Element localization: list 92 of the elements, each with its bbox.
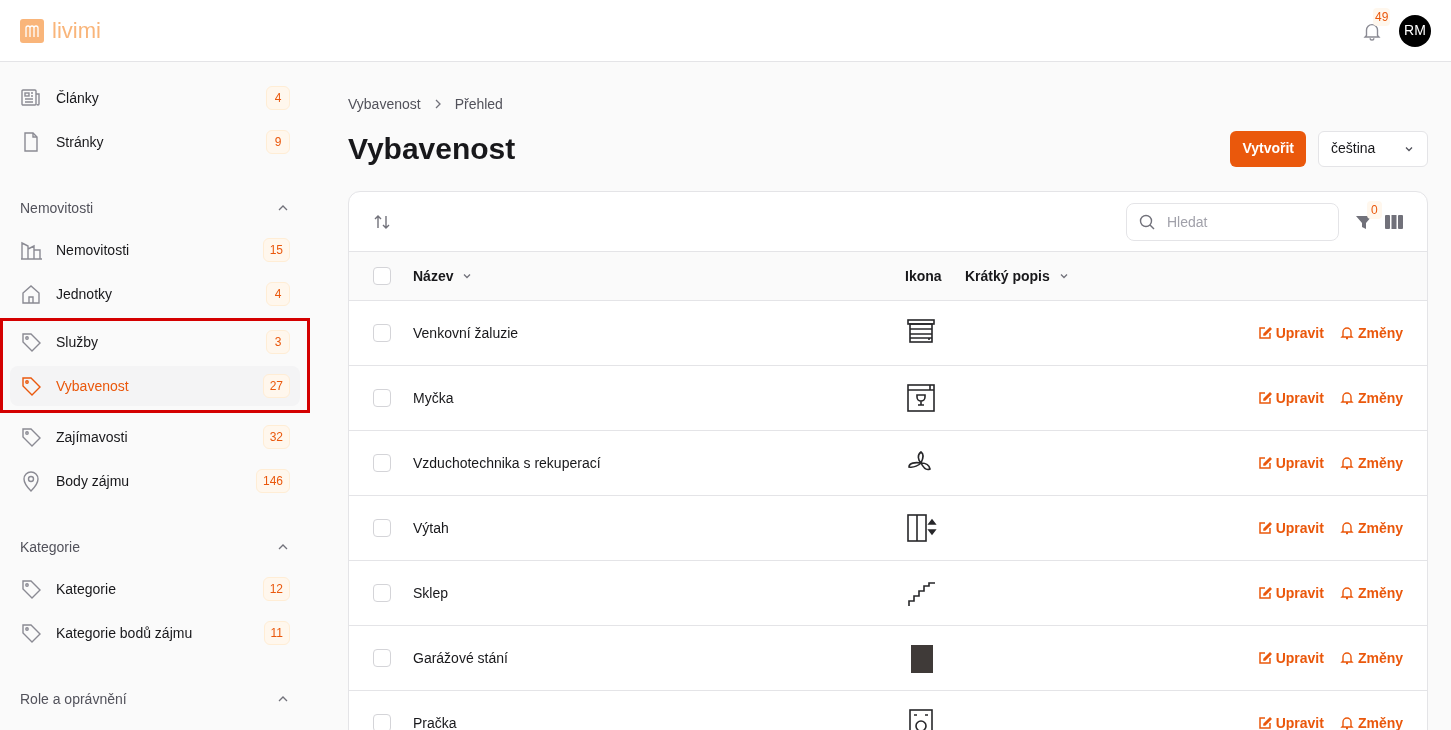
elevator-icon — [905, 512, 937, 544]
count-badge: 146 — [255, 469, 290, 493]
edit-link[interactable]: Upravit — [1257, 452, 1324, 474]
notification-count: 49 — [1373, 7, 1391, 26]
sidebar-item[interactable]: Jednotky 4 — [10, 274, 300, 314]
search-icon — [1138, 212, 1156, 231]
edit-icon — [1257, 326, 1272, 340]
row-checkbox[interactable] — [373, 714, 391, 730]
sidebar-item[interactable]: Stránky 9 — [10, 122, 300, 162]
building-icon — [20, 239, 42, 261]
row-checkbox[interactable] — [373, 454, 391, 472]
section-header[interactable]: Role a oprávnění — [10, 677, 300, 721]
edit-link[interactable]: Upravit — [1257, 582, 1324, 604]
row-checkbox[interactable] — [373, 519, 391, 537]
row-checkbox[interactable] — [373, 324, 391, 342]
breadcrumb-link[interactable]: Vybavenost — [348, 93, 421, 115]
edit-icon — [1257, 651, 1272, 665]
edit-link[interactable]: Upravit — [1257, 712, 1324, 730]
section-header[interactable]: Nemovitosti — [10, 186, 300, 230]
edit-icon — [1257, 521, 1272, 535]
table-cell: Výtah — [413, 519, 449, 536]
changes-link[interactable]: Změny — [1339, 647, 1403, 669]
bell-icon — [1339, 586, 1354, 600]
row-checkbox[interactable] — [373, 649, 391, 667]
changes-link[interactable]: Změny — [1339, 452, 1403, 474]
tag-icon — [20, 426, 42, 448]
create-button[interactable]: Vytvořit — [1230, 130, 1306, 167]
table-cell: Vzduchotechnika s rekuperací — [413, 454, 601, 471]
bell-icon — [1339, 716, 1354, 730]
edit-icon — [1257, 456, 1272, 470]
bell-icon — [1339, 326, 1354, 340]
count-badge: 11 — [263, 621, 290, 645]
tag-icon — [20, 622, 42, 644]
count-badge: 4 — [266, 282, 290, 306]
edit-icon — [1257, 716, 1272, 730]
language-select[interactable]: čeština — [1318, 130, 1428, 167]
bell-icon — [1339, 651, 1354, 665]
table-cell: Sklep — [413, 584, 449, 601]
changes-link[interactable]: Změny — [1339, 322, 1403, 344]
table-cell: Pračka — [413, 714, 457, 730]
tag-icon — [20, 375, 42, 397]
logo-icon — [20, 18, 44, 43]
sidebar-item[interactable]: Nemovitosti 15 — [10, 230, 300, 270]
edit-link[interactable]: Upravit — [1257, 517, 1324, 539]
sidebar-item[interactable]: Články 4 — [10, 78, 300, 118]
table-cell: Myčka — [413, 389, 454, 406]
filter-count: 0 — [1367, 200, 1382, 219]
edit-icon — [1257, 391, 1272, 405]
columns-icon[interactable] — [1385, 213, 1403, 230]
changes-link[interactable]: Změny — [1339, 387, 1403, 409]
sidebar-item[interactable]: Kategorie bodů zájmu 11 — [10, 613, 300, 653]
edit-icon — [1257, 586, 1272, 600]
page-title: Vybavenost — [348, 131, 516, 167]
select-all-checkbox[interactable] — [373, 267, 391, 285]
bell-icon — [1339, 521, 1354, 535]
section-header[interactable]: Kategorie — [10, 525, 300, 569]
sidebar-item[interactable]: Kategorie 12 — [10, 569, 300, 609]
tag-icon — [20, 578, 42, 600]
table-cell: Garážové stání — [413, 649, 508, 666]
changes-link[interactable]: Změny — [1339, 712, 1403, 730]
sidebar-item[interactable]: Služby 3 — [10, 322, 300, 362]
count-badge: 9 — [266, 130, 290, 154]
changes-link[interactable]: Změny — [1339, 517, 1403, 539]
sidebar-item[interactable]: Body zájmu 146 — [10, 461, 300, 501]
count-badge: 15 — [262, 238, 290, 262]
location-pin-icon — [20, 470, 42, 492]
search-field[interactable]: Hledat — [1126, 202, 1339, 241]
news-icon — [20, 87, 42, 109]
row-checkbox[interactable] — [373, 389, 391, 407]
column-header[interactable]: Název — [413, 265, 454, 287]
table-cell: Venkovní žaluzie — [413, 324, 519, 341]
dishwasher-icon — [905, 382, 937, 414]
count-badge: 3 — [266, 330, 290, 354]
edit-link[interactable]: Upravit — [1257, 387, 1324, 409]
changes-link[interactable]: Změny — [1339, 582, 1403, 604]
user-avatar[interactable]: RM — [1399, 14, 1431, 47]
column-header[interactable]: Krátký popis — [965, 265, 1050, 287]
bell-icon — [1339, 456, 1354, 470]
row-checkbox[interactable] — [373, 584, 391, 602]
house-icon — [20, 283, 42, 305]
sidebar-item[interactable]: Zajímavosti 32 — [10, 417, 300, 457]
logo-text: livimi — [52, 19, 101, 42]
edit-link[interactable]: Upravit — [1257, 647, 1324, 669]
breadcrumb-link[interactable]: Přehled — [454, 93, 503, 115]
count-badge: 12 — [262, 577, 290, 601]
count-badge: 27 — [262, 374, 290, 398]
column-header: Ikona — [905, 266, 942, 286]
tag-icon — [20, 331, 42, 353]
edit-link[interactable]: Upravit — [1257, 322, 1324, 344]
count-badge: 32 — [262, 425, 290, 449]
count-badge: 4 — [266, 86, 290, 110]
bell-icon — [1339, 391, 1354, 405]
